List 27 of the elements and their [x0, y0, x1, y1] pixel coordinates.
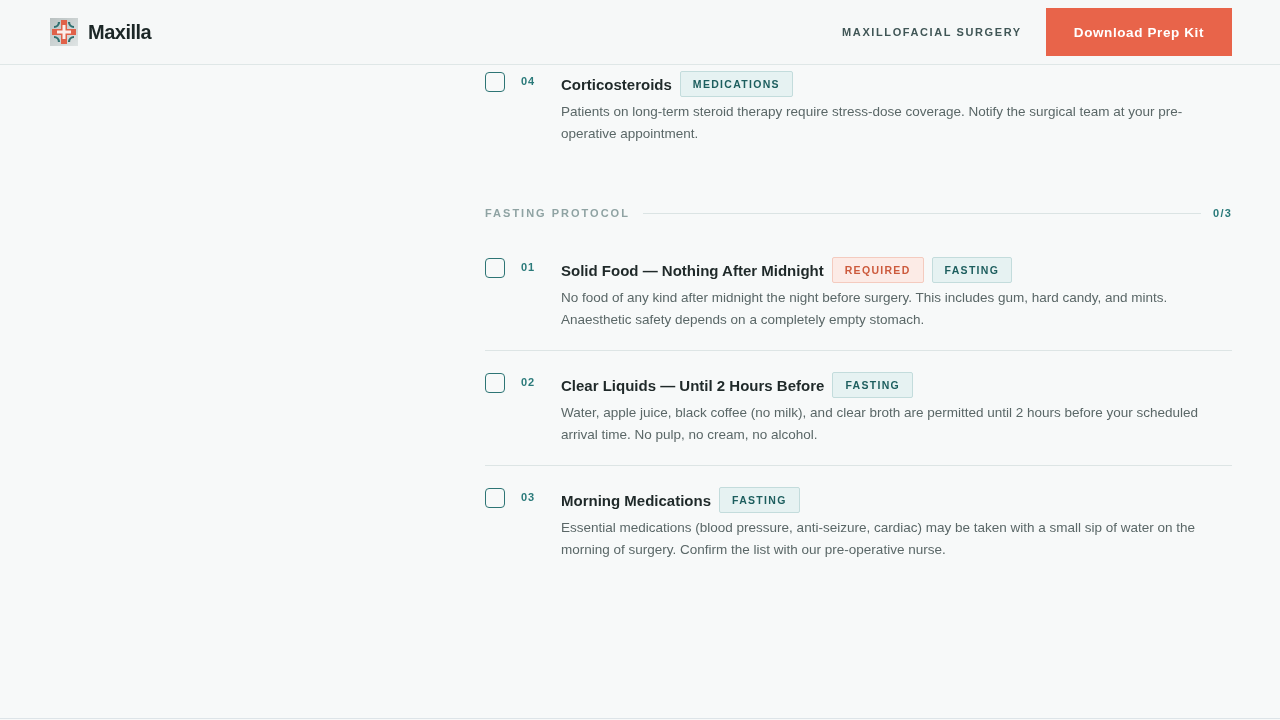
item-number: 01 [521, 260, 536, 275]
section-title: FASTING PROTOCOL [485, 207, 630, 219]
item-number: 02 [521, 375, 536, 390]
checkbox[interactable] [485, 72, 505, 92]
specialty-label: MAXILLOFACIAL SURGERY [842, 26, 1022, 38]
brand-name: Maxilla [88, 20, 152, 44]
tag-label: MEDICATIONS [679, 71, 793, 97]
item-description: Essential medications (blood pressure, anti-seizure, cardiac) may be taken with a small sip of water on the morning of surgery. Confirm the list with our pre-operative nurse. [561, 519, 1197, 559]
tag-label: FASTING [832, 372, 913, 398]
item-title: Corticosteroids [561, 75, 672, 93]
item-number: 03 [521, 490, 536, 505]
item-description: Water, apple juice, black coffee (no milk), and clear broth are permitted until 2 hours before your scheduled arrival time. No pulp, no cream, no alcohol. [561, 404, 1200, 444]
checkbox[interactable] [485, 258, 505, 278]
checkbox[interactable] [485, 488, 505, 508]
tag-label: REQUIRED [831, 257, 924, 283]
item-description: Patients on long-term steroid therapy require stress-dose coverage. Notify the surgical team at your pre-operative appointment. [561, 103, 1184, 143]
item-title: Clear Liquids — Until 2 Hours Before [561, 376, 825, 394]
item-title: Morning Medications [561, 491, 711, 509]
progress-count: 0/3 [1213, 207, 1232, 219]
item-title: Solid Food — Nothing After Midnight [561, 261, 824, 279]
tag-label: FASTING [719, 487, 800, 513]
checkbox[interactable] [485, 373, 505, 393]
tag-label: FASTING [931, 257, 1013, 283]
item-description: No food of any kind after midnight the night before surgery. This includes gum, hard candy, and mints. Anaesthetic safety depends on a completely empty stomach. [561, 289, 1169, 329]
item-number: 04 [521, 74, 536, 89]
cross-logo-icon [50, 18, 78, 46]
download-button[interactable]: Download Prep Kit [1045, 8, 1232, 56]
